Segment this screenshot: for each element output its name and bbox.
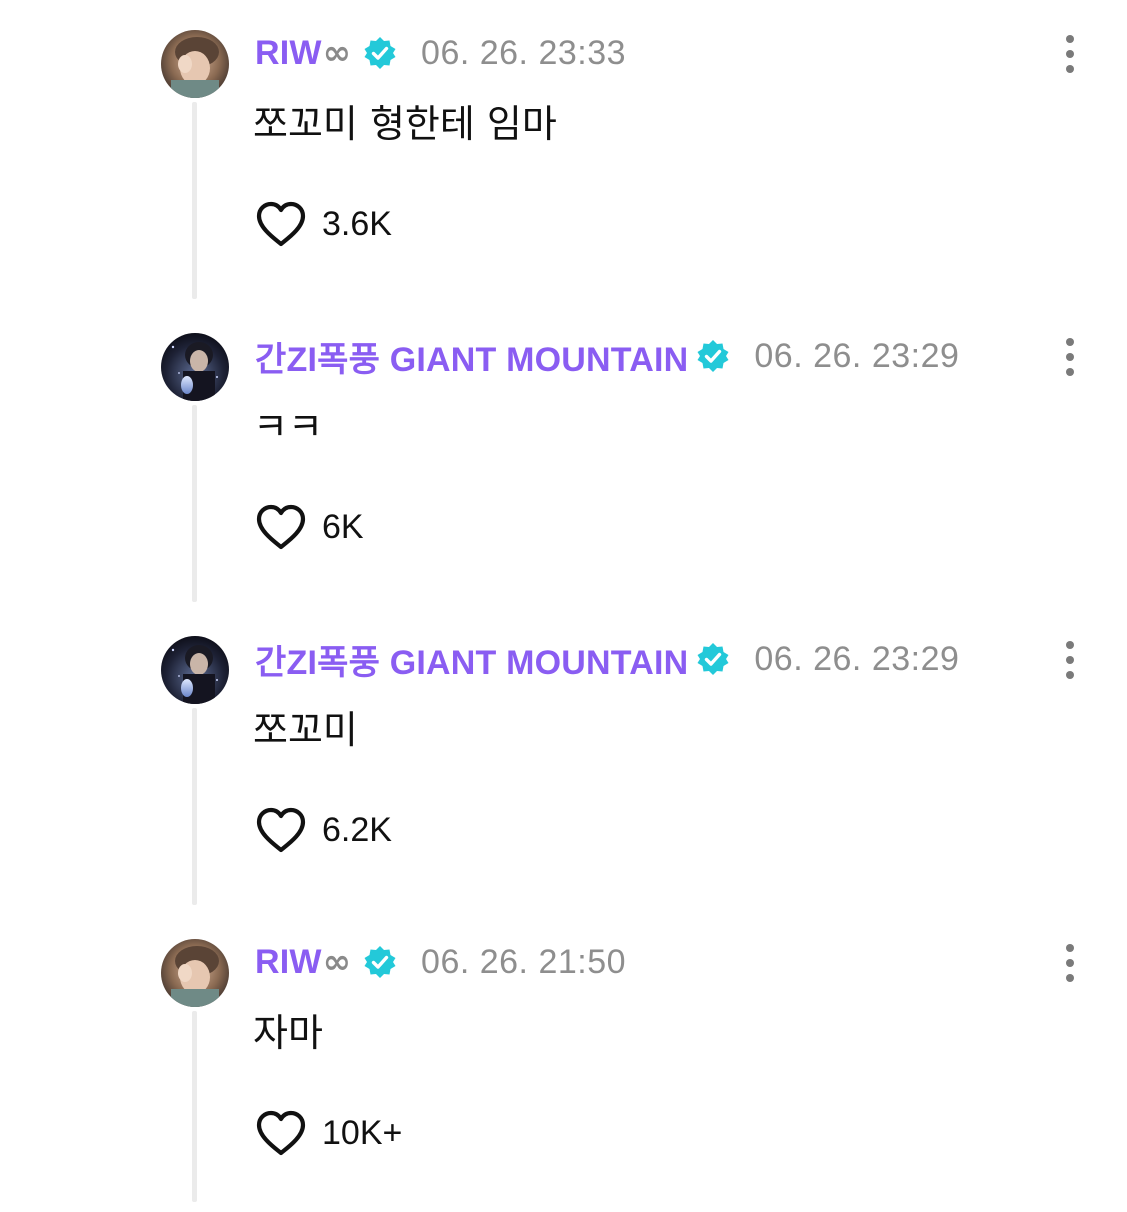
more-options-icon[interactable] xyxy=(1059,338,1081,376)
comment-text: 쪼꼬미 xyxy=(253,708,358,752)
more-options-icon[interactable] xyxy=(1059,944,1081,982)
author-name[interactable]: 간ZI폭풍 GIANT MOUNTAIN xyxy=(255,635,688,684)
thread-line xyxy=(192,405,197,602)
author-name-suffix: ∞ xyxy=(322,33,352,73)
heart-icon[interactable] xyxy=(255,806,307,854)
heart-icon[interactable] xyxy=(255,200,307,248)
comment: 간ZI폭풍 GIANT MOUNTAIN 06. 26. 23:29 쪼꼬미 6… xyxy=(0,606,1127,909)
thread-line xyxy=(192,1011,197,1202)
heart-icon[interactable] xyxy=(255,1109,307,1157)
verified-badge-icon xyxy=(697,643,729,675)
comment: RIW ∞ 06. 26. 23:33 쪼꼬미 형한테 임마 3.6K xyxy=(0,0,1127,303)
verified-badge-icon xyxy=(364,946,396,978)
comment-timestamp: 06. 26. 23:29 xyxy=(754,639,960,678)
verified-badge-icon xyxy=(364,37,396,69)
comment: RIW ∞ 06. 26. 21:50 자마 10K+ xyxy=(0,909,1127,1212)
avatar-riw-image xyxy=(161,30,229,98)
comment-header: 간ZI폭풍 GIANT MOUNTAIN 06. 26. 23:29 xyxy=(255,636,959,682)
author-name[interactable]: RIW xyxy=(255,943,322,982)
like-button[interactable]: 6K xyxy=(255,500,364,554)
avatar[interactable] xyxy=(161,636,229,704)
like-count: 6K xyxy=(322,507,364,546)
author-name-suffix: ∞ xyxy=(322,942,352,982)
avatar[interactable] xyxy=(161,333,229,401)
author-name[interactable]: 간ZI폭풍 GIANT MOUNTAIN xyxy=(255,332,688,381)
like-count: 3.6K xyxy=(322,204,392,243)
thread-line xyxy=(192,708,197,905)
thread-line xyxy=(192,102,197,299)
comment-header: RIW ∞ 06. 26. 21:50 xyxy=(255,939,626,985)
avatar[interactable] xyxy=(161,939,229,1007)
comment: 간ZI폭풍 GIANT MOUNTAIN 06. 26. 23:29 ㅋㅋ 6K xyxy=(0,303,1127,606)
comment-header: 간ZI폭풍 GIANT MOUNTAIN 06. 26. 23:29 xyxy=(255,333,959,379)
more-options-icon[interactable] xyxy=(1059,35,1081,73)
avatar-giant-mountain-image xyxy=(161,333,229,401)
avatar[interactable] xyxy=(161,30,229,98)
verified-badge-icon xyxy=(697,340,729,372)
comment-timestamp: 06. 26. 21:50 xyxy=(421,942,627,981)
comment-header: RIW ∞ 06. 26. 23:33 xyxy=(255,30,626,76)
comment-text: 자마 xyxy=(253,1011,323,1055)
comment-timestamp: 06. 26. 23:29 xyxy=(754,336,960,375)
like-count: 10K+ xyxy=(322,1113,403,1152)
comment-text: ㅋㅋ xyxy=(253,405,323,449)
comment-text: 쪼꼬미 형한테 임마 xyxy=(253,102,557,146)
heart-icon[interactable] xyxy=(255,503,307,551)
comment-timestamp: 06. 26. 23:33 xyxy=(421,33,627,72)
author-name[interactable]: RIW xyxy=(255,34,322,73)
like-count: 6.2K xyxy=(322,810,392,849)
avatar-giant-mountain-image xyxy=(161,636,229,704)
more-options-icon[interactable] xyxy=(1059,641,1081,679)
like-button[interactable]: 3.6K xyxy=(255,197,392,251)
like-button[interactable]: 6.2K xyxy=(255,803,392,857)
like-button[interactable]: 10K+ xyxy=(255,1106,402,1160)
avatar-riw-image xyxy=(161,939,229,1007)
